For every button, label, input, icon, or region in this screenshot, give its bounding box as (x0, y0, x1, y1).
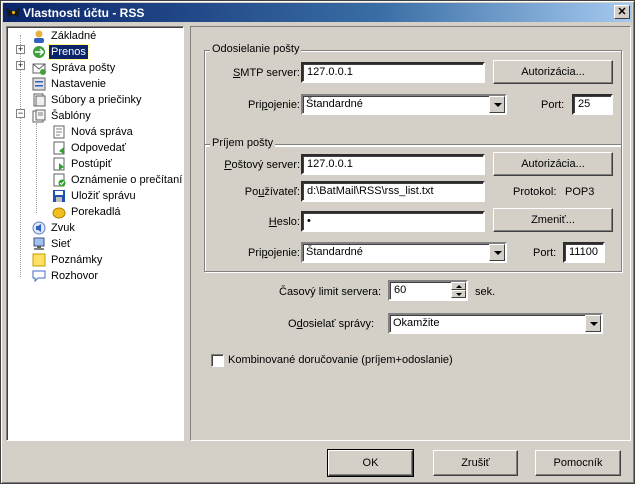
password-input[interactable]: • (301, 211, 485, 232)
read-receipt-icon (51, 172, 67, 188)
tree-item-siet[interactable]: Sieť (31, 236, 73, 252)
mail-server-input[interactable]: 127.0.0.1 (301, 154, 485, 175)
user-label: Používateľ: (244, 186, 300, 198)
mail-server-label: Poštový server: (224, 159, 300, 171)
send-messages-select[interactable]: Okamžite (388, 313, 603, 334)
ok-button[interactable]: OK (327, 449, 414, 477)
server-timeout-stepper[interactable]: 60 (388, 280, 468, 301)
tree-item-postupit[interactable]: Postúpiť (51, 156, 114, 172)
outgoing-port-label: Port: (541, 99, 565, 111)
incoming-connection-label: Pripojenie: (248, 247, 300, 259)
user-icon (31, 28, 47, 44)
cancel-button[interactable]: Zrušiť (433, 450, 518, 476)
increment-arrow-icon[interactable] (451, 282, 466, 290)
files-folders-icon (31, 92, 47, 108)
mail-management-icon (31, 60, 47, 76)
incoming-authorization-button[interactable]: Autorizácia... (493, 152, 613, 176)
new-message-icon (51, 124, 67, 140)
tree-line (36, 123, 37, 213)
window-title: Vlastnosti účtu - RSS (23, 5, 145, 20)
help-button[interactable]: Pomocník (535, 450, 621, 476)
timeout-unit: sek. (475, 286, 496, 298)
reply-icon (51, 140, 67, 156)
sayings-icon (51, 204, 67, 220)
title-bar: Vlastnosti účtu - RSS ✕ (3, 3, 632, 22)
outgoing-port-input[interactable]: 25 (572, 94, 613, 115)
notes-icon (31, 252, 47, 268)
templates-icon (31, 108, 47, 124)
smtp-server-label: SMTP server: (232, 67, 300, 79)
send-messages-label: Odosielať správy: (288, 318, 375, 330)
chevron-down-icon[interactable] (585, 315, 601, 332)
settings-icon (31, 76, 47, 92)
decrement-arrow-icon[interactable] (451, 290, 466, 298)
incoming-mail-group: Príjem pošty Poštový server: 127.0.0.1 A… (204, 137, 622, 272)
password-label: Heslo: (268, 216, 300, 228)
tree-item-subory-a-priecinky[interactable]: Súbory a priečinky (31, 92, 144, 108)
outgoing-authorization-button[interactable]: Autorizácia... (493, 60, 613, 84)
outgoing-mail-group: Odosielanie pošty SMTP server: 127.0.0.1… (204, 43, 622, 146)
tree-item-porekadla[interactable]: Porekadlá (51, 204, 123, 220)
chevron-down-icon[interactable] (489, 96, 505, 113)
transfer-settings-panel: Odosielanie pošty SMTP server: 127.0.0.1… (190, 26, 631, 441)
tree-item-rozhovor[interactable]: Rozhovor (31, 268, 100, 284)
tree-item-poznamky[interactable]: Poznámky (31, 252, 104, 268)
smtp-server-input[interactable]: 127.0.0.1 (301, 62, 485, 83)
tree-item-oznamenie-o-precitani[interactable]: Oznámenie o prečítaní (51, 172, 183, 188)
collapse-sablony-toggle[interactable]: − (16, 109, 25, 118)
tree-line (20, 35, 21, 277)
close-button[interactable]: ✕ (614, 5, 630, 19)
tree-item-ulozit-spravu[interactable]: Uložiť správu (51, 188, 138, 204)
account-properties-window: Vlastnosti účtu - RSS ✕ + + − Základné P… (0, 0, 635, 484)
expand-sprava-posty-toggle[interactable]: + (16, 61, 25, 70)
tree-item-zvuk[interactable]: Zvuk (31, 220, 77, 236)
tree-item-zakladne[interactable]: Základné (31, 28, 98, 44)
tree-item-nova-sprava[interactable]: Nová správa (51, 124, 135, 140)
transfer-icon (31, 44, 47, 60)
forward-icon (51, 156, 67, 172)
bat-logo-icon (6, 6, 20, 20)
expand-prenos-toggle[interactable]: + (16, 45, 25, 54)
network-icon (31, 236, 47, 252)
tree-item-nastavenie[interactable]: Nastavenie (31, 76, 108, 92)
outgoing-connection-select[interactable]: Štandardné (301, 94, 507, 115)
sound-icon (31, 220, 47, 236)
change-password-button[interactable]: Zmeniť... (493, 208, 613, 232)
outgoing-mail-title: Odosielanie pošty (210, 43, 302, 55)
server-timeout-label: Časový limit servera: (279, 286, 382, 298)
protocol-label: Protokol: (513, 186, 557, 198)
incoming-port-label: Port: (533, 247, 557, 259)
outgoing-connection-label: Pripojenie: (248, 99, 300, 111)
tree-item-prenos[interactable]: Prenos (31, 44, 89, 60)
tree-item-sprava-posty[interactable]: Správa pošty (31, 60, 117, 76)
user-input[interactable]: d:\BatMail\RSS\rss_list.txt (301, 181, 485, 202)
incoming-mail-title: Príjem pošty (210, 137, 276, 149)
incoming-connection-select[interactable]: Štandardné (301, 242, 507, 263)
incoming-port-input[interactable]: 11100 (563, 242, 605, 263)
settings-tree[interactable]: + + − Základné Prenos Správa pošty Nasta… (6, 26, 184, 441)
combined-delivery-checkbox[interactable] (211, 354, 224, 367)
tree-item-odpovedat[interactable]: Odpovedať (51, 140, 128, 156)
save-message-icon (51, 188, 67, 204)
chat-icon (31, 268, 47, 284)
protocol-value: POP3 (565, 186, 595, 198)
combined-delivery-label: Kombinované doručovanie (príjem+odoslani… (228, 354, 453, 366)
chevron-down-icon[interactable] (489, 244, 505, 261)
tree-item-sablony[interactable]: Šablóny (31, 108, 93, 124)
